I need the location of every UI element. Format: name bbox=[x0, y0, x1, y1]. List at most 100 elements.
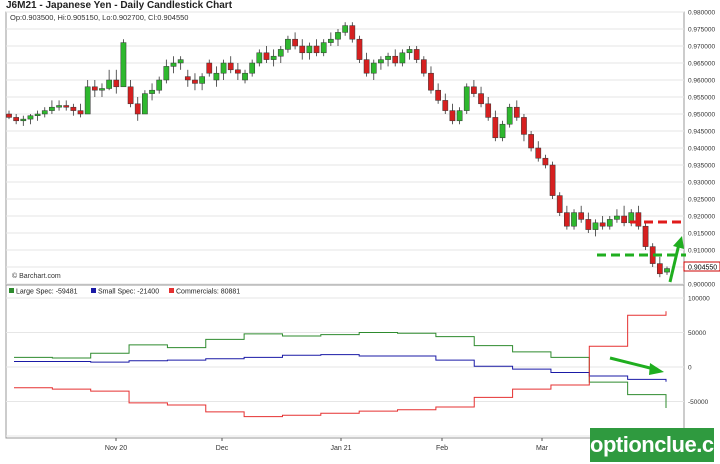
price-tick-label: 0.940000 bbox=[688, 146, 715, 153]
candle-body bbox=[49, 106, 55, 111]
candle-body bbox=[428, 72, 434, 91]
x-tick-label: Dec bbox=[216, 445, 229, 452]
candle-body bbox=[41, 110, 48, 115]
candle-body bbox=[163, 66, 170, 81]
price-y-axis: 0.980000 0.975000 0.970000 0.965000 0.960000… bbox=[688, 10, 715, 289]
candle-body bbox=[478, 93, 484, 105]
cot-tick-label: 50000 bbox=[688, 330, 706, 337]
candle-body bbox=[277, 49, 284, 57]
candle-body bbox=[292, 38, 298, 47]
candle-body bbox=[13, 117, 20, 122]
candle-body bbox=[235, 69, 241, 74]
cot-tick-label: 100000 bbox=[688, 296, 710, 303]
candle-body bbox=[413, 49, 420, 60]
candle-body bbox=[621, 215, 627, 224]
candle-body bbox=[56, 105, 62, 108]
candle-body bbox=[299, 45, 306, 54]
candle-body bbox=[263, 52, 270, 60]
candle-body bbox=[599, 222, 606, 227]
candle-body bbox=[270, 55, 277, 60]
candle-body bbox=[142, 93, 148, 115]
candle-body bbox=[456, 110, 463, 122]
candle-body bbox=[349, 25, 356, 40]
candle-body bbox=[571, 212, 577, 227]
candle-body bbox=[399, 52, 406, 64]
legend-swatch-large bbox=[9, 288, 14, 293]
price-tick-label: 0.900000 bbox=[688, 282, 715, 289]
candle-body bbox=[363, 59, 370, 74]
candle-body bbox=[63, 105, 70, 108]
candle-body bbox=[120, 42, 127, 88]
candle-body bbox=[392, 55, 399, 64]
chart-canvas: 0.980000 0.975000 0.970000 0.965000 0.960000… bbox=[5, 10, 720, 452]
candle-body bbox=[506, 106, 513, 125]
candle-body bbox=[99, 88, 105, 91]
candle-body bbox=[327, 38, 334, 43]
candle-body bbox=[463, 86, 470, 111]
cot-y-axis: 100000500000-50000-100000 bbox=[688, 296, 712, 441]
x-tick-label: Mar bbox=[536, 445, 549, 452]
candle-body bbox=[20, 118, 27, 122]
candle-body bbox=[256, 52, 263, 64]
candle-body bbox=[542, 157, 549, 166]
candle-body bbox=[113, 79, 120, 88]
chart-title: J6M21 - Japanese Yen - Daily Candlestick… bbox=[6, 0, 233, 11]
candle-body bbox=[220, 62, 227, 74]
candle-body bbox=[614, 215, 620, 220]
candle-body bbox=[606, 219, 613, 227]
legend-swatch-small bbox=[91, 288, 96, 293]
candle-body bbox=[664, 268, 670, 273]
candle-body bbox=[485, 103, 492, 118]
x-tick-label: Feb bbox=[436, 445, 448, 452]
candle-body bbox=[306, 45, 313, 54]
watermark-logo: optionclue.com bbox=[590, 428, 720, 462]
candle-body bbox=[549, 164, 556, 196]
credit-label: © Barchart.com bbox=[12, 272, 61, 280]
candle-body bbox=[127, 86, 134, 105]
cot-tick-label: 0 bbox=[688, 365, 692, 372]
candle-body bbox=[70, 106, 77, 111]
candle-body bbox=[177, 59, 184, 64]
candle-body bbox=[635, 212, 642, 227]
cot-panel-bg bbox=[5, 284, 685, 439]
candle-body bbox=[335, 32, 341, 40]
candle-body bbox=[370, 62, 377, 74]
candle-body bbox=[313, 45, 320, 54]
candle-body bbox=[556, 195, 563, 213]
candle-body bbox=[170, 62, 177, 67]
candle-body bbox=[199, 76, 205, 84]
price-tick-label: 0.975000 bbox=[688, 27, 715, 34]
candle-body bbox=[6, 113, 12, 118]
candle-body bbox=[342, 25, 349, 33]
price-tick-label: 0.930000 bbox=[688, 180, 715, 187]
candle-body bbox=[656, 263, 663, 275]
price-tick-label: 0.950000 bbox=[688, 112, 715, 119]
price-tick-label: 0.945000 bbox=[688, 129, 715, 136]
candle-body bbox=[578, 212, 585, 220]
candle-body bbox=[149, 89, 155, 94]
candle-body bbox=[91, 86, 98, 91]
candle-body bbox=[184, 76, 191, 81]
price-tick-label: 0.935000 bbox=[688, 163, 715, 170]
x-tick-label: Nov 20 bbox=[105, 445, 127, 452]
candle-body bbox=[206, 62, 213, 74]
price-tick-label: 0.955000 bbox=[688, 95, 715, 102]
price-tick-label: 0.965000 bbox=[688, 61, 715, 68]
candle-body bbox=[356, 38, 363, 60]
candle-body bbox=[449, 110, 456, 122]
price-tick-label: 0.920000 bbox=[688, 214, 715, 221]
legend-commercials: Commercials: 80881 bbox=[176, 289, 240, 296]
candle-body bbox=[192, 79, 198, 84]
candle-body bbox=[249, 62, 256, 74]
candle-body bbox=[213, 72, 220, 81]
price-tick-label: 0.980000 bbox=[688, 10, 715, 17]
candle-body bbox=[27, 115, 34, 120]
legend-large-spec: Large Spec: -59481 bbox=[16, 289, 78, 296]
candle-body bbox=[285, 38, 291, 50]
legend-swatch-comm bbox=[169, 288, 174, 293]
candle-body bbox=[378, 59, 384, 64]
price-tick-label: 0.910000 bbox=[688, 248, 715, 255]
candle-body bbox=[585, 219, 592, 230]
candle-body bbox=[492, 117, 499, 139]
candle-body bbox=[513, 106, 520, 118]
